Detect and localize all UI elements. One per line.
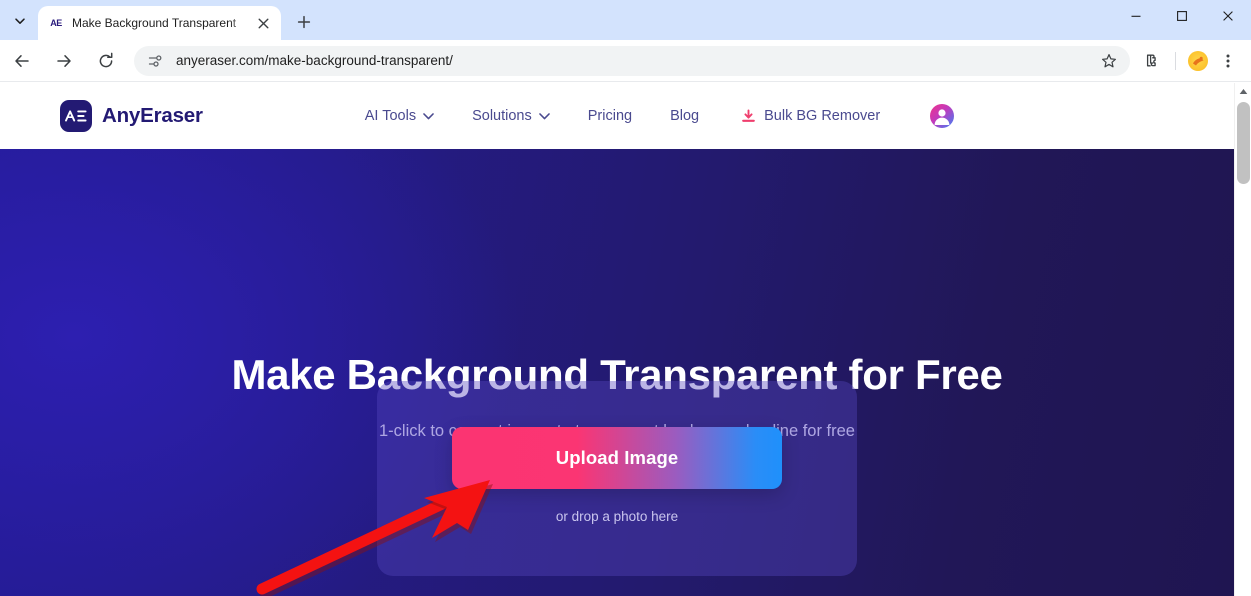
- nav-item-label: Bulk BG Remover: [764, 108, 881, 124]
- browser-tabstrip: AE Make Background Transparent: [0, 0, 1251, 40]
- reload-icon: [99, 52, 113, 67]
- bookmark-button[interactable]: [1096, 48, 1122, 74]
- site-nav: AI Tools Solutions Pricing Blog Bulk BG …: [365, 102, 880, 130]
- minimize-icon: [1131, 15, 1141, 17]
- tab-close-button[interactable]: [253, 13, 273, 33]
- back-button[interactable]: [6, 45, 38, 77]
- page-viewport: AnyEraser AI Tools Solutions Pricing Blo…: [0, 83, 1234, 596]
- upload-image-button[interactable]: Upload Image: [452, 427, 782, 489]
- nav-item-pricing[interactable]: Pricing: [588, 102, 632, 130]
- favicon-text: AE: [50, 18, 62, 28]
- new-tab-button[interactable]: [290, 8, 318, 36]
- extension-badge-button[interactable]: [1183, 46, 1213, 76]
- close-icon: [1223, 11, 1233, 21]
- account-avatar[interactable]: [930, 104, 955, 128]
- nav-item-label: Blog: [670, 108, 700, 124]
- browser-window: AE Make Background Transparent anyeraser…: [0, 0, 1251, 596]
- user-avatar-icon: [934, 109, 950, 125]
- site-settings-icon[interactable]: [146, 52, 164, 70]
- plus-icon: [297, 15, 311, 29]
- download-icon: [741, 109, 756, 124]
- back-arrow-icon: [15, 54, 29, 67]
- nav-item-label: Solutions: [472, 108, 532, 124]
- site-header: AnyEraser AI Tools Solutions Pricing Blo…: [0, 83, 1234, 149]
- ae-monogram-icon: [65, 110, 87, 122]
- tab-search-button[interactable]: [6, 7, 34, 35]
- window-controls: [1113, 0, 1251, 32]
- tab-title: Make Background Transparent: [72, 16, 237, 30]
- extension-avatar-icon: [1188, 50, 1208, 71]
- nav-item-label: Pricing: [587, 108, 633, 124]
- reload-button[interactable]: [90, 45, 122, 77]
- star-icon: [1102, 53, 1116, 67]
- maximize-icon: [1177, 11, 1187, 21]
- nav-item-solutions[interactable]: Solutions: [472, 102, 550, 130]
- forward-arrow-icon: [57, 54, 71, 67]
- extensions-puzzle-icon: [1146, 54, 1156, 66]
- scrollbar-thumb[interactable]: [1237, 102, 1250, 184]
- browser-menu-button[interactable]: [1213, 46, 1243, 76]
- anyeraser-logo-mark: [60, 100, 92, 132]
- window-minimize-button[interactable]: [1113, 0, 1159, 32]
- nav-item-label: AI Tools: [364, 108, 417, 124]
- address-bar[interactable]: anyeraser.com/make-background-transparen…: [134, 45, 1130, 76]
- window-close-button[interactable]: [1205, 0, 1251, 32]
- nav-item-ai-tools[interactable]: AI Tools: [365, 102, 434, 130]
- tune-icon: [148, 54, 162, 67]
- site-logo-text: AnyEraser: [102, 104, 203, 127]
- browser-tab-active[interactable]: AE Make Background Transparent: [38, 6, 281, 40]
- forward-button[interactable]: [48, 45, 80, 77]
- chevron-down-icon: [538, 112, 550, 120]
- three-dots-menu-icon: [1226, 54, 1230, 67]
- scroll-up-arrow-icon: [1239, 89, 1248, 94]
- nav-item-blog[interactable]: Blog: [670, 102, 699, 130]
- extensions-button[interactable]: [1138, 46, 1168, 76]
- upload-image-button-label: Upload Image: [555, 447, 679, 468]
- chevron-down-icon: [15, 18, 25, 24]
- page-title: Make Background Transparent for Free: [231, 351, 1003, 398]
- browser-toolbar: anyeraser.com/make-background-transparen…: [0, 40, 1251, 82]
- address-bar-url[interactable]: anyeraser.com/make-background-transparen…: [176, 53, 1096, 68]
- site-logo[interactable]: AnyEraser: [60, 100, 203, 132]
- extension-glyph-icon: [1193, 56, 1204, 65]
- drop-photo-hint: or drop a photo here: [555, 509, 679, 524]
- hero-section: Make Background Transparent for Free 1-c…: [0, 149, 1234, 596]
- chevron-down-icon: [423, 112, 434, 120]
- nav-item-bulk-bg-remover[interactable]: Bulk BG Remover: [741, 102, 880, 130]
- anyeraser-favicon: AE: [48, 15, 64, 31]
- close-icon: [258, 18, 268, 28]
- toolbar-divider: [1175, 51, 1176, 70]
- scrollbar-up-button[interactable]: [1235, 83, 1251, 100]
- window-maximize-button[interactable]: [1159, 0, 1205, 32]
- page-scrollbar[interactable]: [1234, 83, 1251, 596]
